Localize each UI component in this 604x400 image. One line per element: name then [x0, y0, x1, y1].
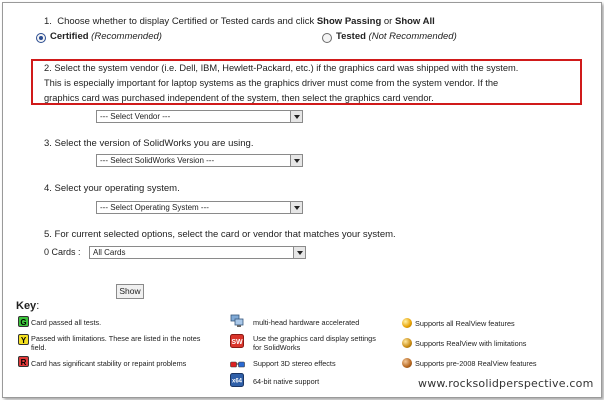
realview-limited-icon	[402, 338, 412, 348]
svg-text:SW: SW	[231, 339, 243, 346]
step2-instruction: 2. Select the system vendor (i.e. Dell, …	[44, 63, 519, 103]
key-multihead-text: multi-head hardware accelerated	[253, 318, 360, 327]
step4-instruction: 4. Select your operating system.	[44, 183, 180, 194]
yellow-badge-icon: Y	[18, 334, 29, 345]
green-badge-icon: G	[18, 316, 29, 327]
tested-radio[interactable]	[322, 33, 332, 43]
step1-instruction: 1. Choose whether to display Certified o…	[44, 16, 435, 27]
key-yellow-text: Passed with limitations. These are liste…	[31, 334, 201, 352]
card-count-label: 0 Cards :	[44, 247, 81, 257]
red-badge-icon: R	[18, 356, 29, 367]
key-stereo-text: Support 3D stereo effects	[253, 359, 336, 368]
multi-head-icon	[230, 314, 244, 327]
key-title: Key:	[16, 300, 40, 312]
realview-pre2008-icon	[402, 358, 412, 368]
operating-system-select[interactable]: --- Select Operating System ---	[96, 201, 303, 214]
key-realview-limited-text: Supports RealView with limitations	[415, 339, 527, 348]
key-sw-settings-text: Use the graphics card display settings fo…	[253, 334, 376, 352]
svg-text:x64: x64	[232, 379, 243, 385]
show-button[interactable]: Show	[116, 284, 144, 299]
vendor-select[interactable]: --- Select Vendor ---	[96, 110, 303, 123]
key-red-text: Card has significant stability or repain…	[31, 359, 187, 368]
tested-option-label: Tested (Not Recommended)	[336, 31, 457, 42]
certified-option-label: Certified (Recommended)	[50, 31, 162, 42]
x64-icon: x64	[230, 373, 244, 387]
chevron-down-icon	[290, 202, 302, 213]
solidworks-version-select[interactable]: --- Select SolidWorks Version ---	[96, 154, 303, 167]
chevron-down-icon	[290, 111, 302, 122]
key-x64-text: 64-bit native support	[253, 377, 320, 386]
chevron-down-icon	[293, 247, 305, 258]
step3-instruction: 3. Select the version of SolidWorks you …	[44, 138, 254, 149]
realview-full-icon	[402, 318, 412, 328]
key-realview-pre2008-text: Supports pre-2008 RealView features	[415, 359, 537, 368]
step5-instruction: 5. For current selected options, select …	[44, 229, 396, 240]
key-realview-full-text: Supports all RealView features	[415, 319, 515, 328]
sw-settings-icon: SW	[230, 334, 244, 348]
card-select[interactable]: All Cards	[89, 246, 306, 259]
watermark: www.rocksolidperspective.com	[418, 377, 594, 390]
chevron-down-icon	[290, 155, 302, 166]
stereo-3d-icon	[230, 357, 245, 370]
key-green-text: Card passed all tests.	[31, 318, 102, 327]
certified-radio[interactable]	[36, 33, 46, 43]
